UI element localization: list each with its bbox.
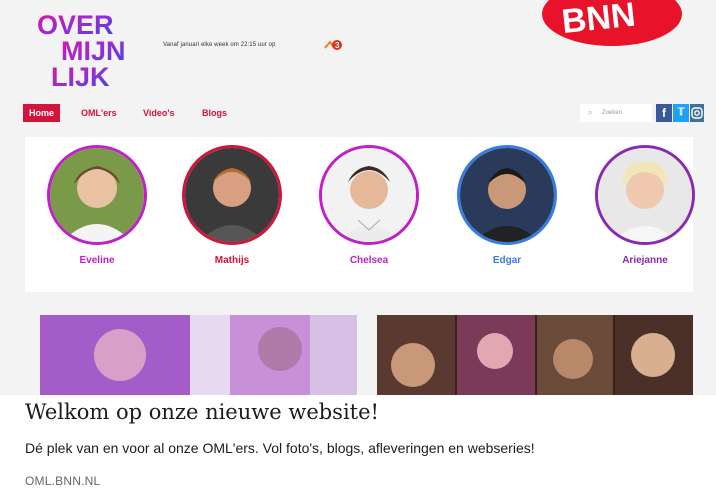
link-preview-title[interactable]: Welkom op onze nieuwe website! [25,400,379,424]
profile-card[interactable]: Mathijs [180,145,284,266]
nav-omlers[interactable]: OML'ers [75,104,123,122]
link-preview-description: Dé plek van en voor al onze OML'ers. Vol… [25,440,535,456]
avatar[interactable] [457,145,557,245]
profile-name: Ariejanne [622,255,668,266]
nav-videos[interactable]: Video's [137,104,181,122]
profile-name: Eveline [79,255,115,266]
nav-blogs[interactable]: Blogs [196,104,233,122]
video-thumbnail[interactable] [377,315,693,395]
search-icon: ⌕ [588,108,593,117]
broadcast-tagline: Vanaf januari elke week om 22:15 uur op [163,42,276,48]
website-screenshot[interactable]: OVER MIJN LIJK Vanaf januari elke week o… [0,0,716,395]
svg-text:3: 3 [335,41,340,50]
link-preview-domain: OML.BNN.NL [25,474,101,488]
npo3-icon: 3 [324,40,342,50]
search-input[interactable]: ⌕ Zoeken [580,104,652,122]
avatar[interactable] [595,145,695,245]
twitter-icon[interactable]: 𝕋 [673,104,689,122]
profile-card[interactable]: Ariejanne [593,145,697,266]
video-thumbnail[interactable] [40,315,357,395]
profile-name: Edgar [492,255,522,266]
instagram-icon[interactable] [690,104,704,122]
profile-name: Mathijs [214,255,250,266]
svg-text:LIJK: LIJK [51,62,110,92]
bnn-logo[interactable]: BNN [540,0,686,50]
over-mijn-lijk-logo[interactable]: OVER MIJN LIJK [37,8,147,92]
omlers-carousel: Eveline Mathijs Chelsea Edgar Ariejanne [25,137,695,292]
site-header: OVER MIJN LIJK Vanaf januari elke week o… [0,0,716,98]
profile-name: Chelsea [349,255,389,266]
profile-card[interactable]: Chelsea [317,145,421,266]
facebook-icon[interactable]: f [656,104,672,122]
nav-home[interactable]: Home [23,104,61,122]
profile-card[interactable]: Eveline [45,145,149,266]
avatar[interactable] [182,145,282,245]
avatar[interactable] [319,145,419,245]
avatar[interactable] [47,145,147,245]
search-placeholder: Zoeken [602,110,623,116]
profile-card[interactable]: Edgar [455,145,559,266]
